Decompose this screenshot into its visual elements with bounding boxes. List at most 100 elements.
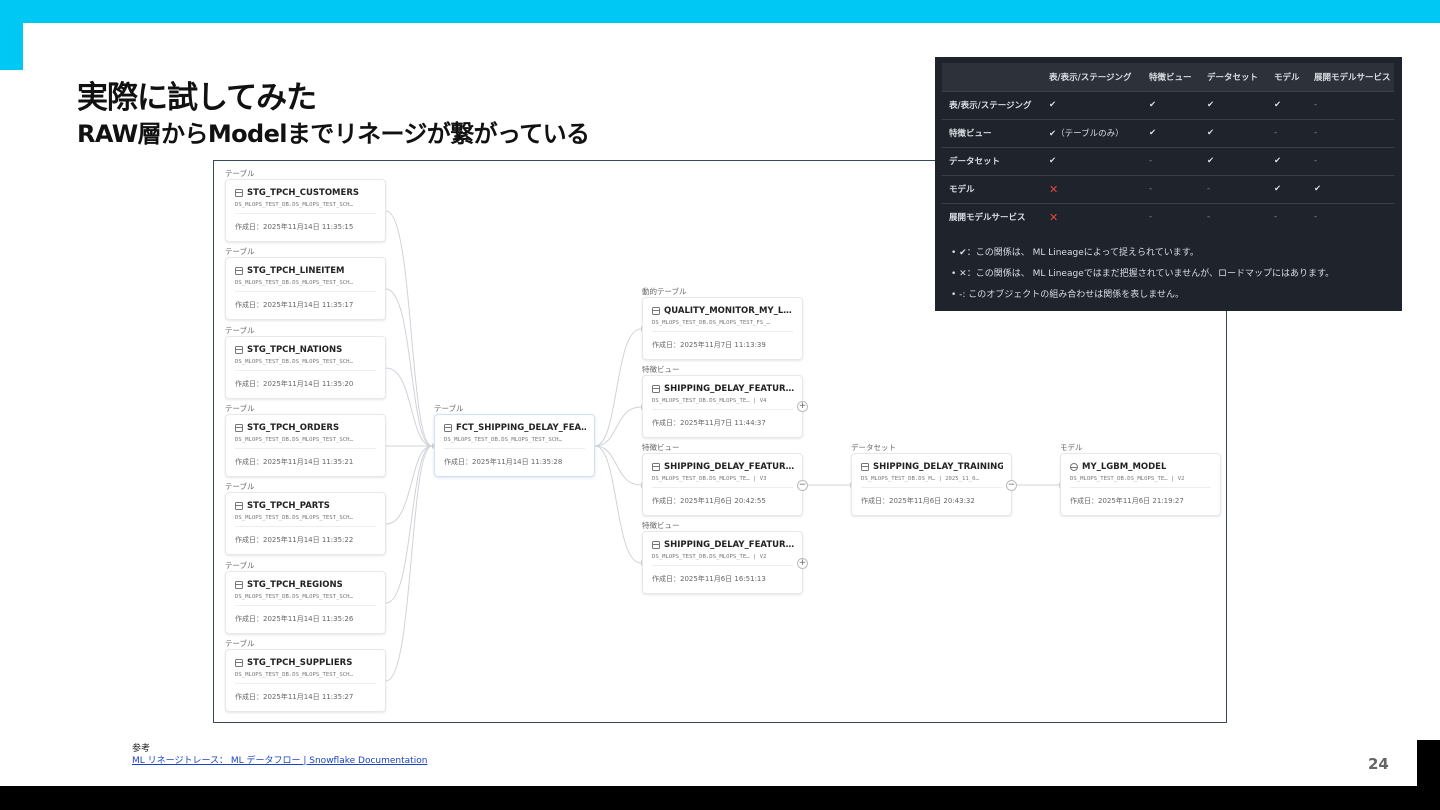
expand-plus-icon[interactable]: + xyxy=(797,401,808,412)
slide-title: 実際に試してみた xyxy=(77,80,317,116)
node-path: DS_MLOPS_TEST_DB.DS_MLOPS_TEST_SCH… xyxy=(235,515,353,521)
node-path: DS_MLOPS_TEST_DB.DS_MLOPS_TEST_SCH… xyxy=(235,202,353,208)
feature-view-node-v4[interactable]: SHIPPING_DELAY_FEATUR… DS_MLOPS_TEST_DB.… xyxy=(642,375,803,438)
expand-plus-icon[interactable]: + xyxy=(797,558,808,569)
reference-link[interactable]: ML リネージトレース： ML データフロー | Snowflake Docum… xyxy=(132,753,427,766)
table-node-orders[interactable]: STG_TPCH_ORDERS DS_MLOPS_TEST_DB.DS_MLOP… xyxy=(225,414,386,477)
slide-subtitle: RAW層からModelまでリネージが繋がっている xyxy=(77,120,590,148)
cross-icon: ✕ xyxy=(1049,182,1059,196)
group-label: 特徴ビュー xyxy=(642,365,680,374)
table-icon xyxy=(235,659,243,667)
node-date: 作成日：2025年11月14日 11:35:20 xyxy=(235,380,354,388)
column-header: モデル xyxy=(1267,63,1307,91)
column-header: 表/表示/ステージング xyxy=(1042,63,1142,91)
cross-icon: ✕ xyxy=(1049,210,1059,224)
dash-cell: - xyxy=(1307,118,1394,147)
dash-cell: - xyxy=(1142,146,1200,175)
row-header: モデル xyxy=(942,174,1042,203)
group-label: 特徴ビュー xyxy=(642,443,680,452)
dataset-icon xyxy=(861,463,869,471)
node-path: DS_MLOPS_TEST_DB.DS_MLOPS_TEST_SCH… xyxy=(235,672,353,678)
node-date: 作成日：2025年11月14日 11:35:27 xyxy=(235,693,354,701)
group-label: テーブル xyxy=(225,639,255,648)
collapse-minus-icon[interactable]: − xyxy=(1006,480,1017,491)
node-title: STG_TPCH_NATIONS xyxy=(247,345,343,355)
relationship-legend: 表/表示/ステージング 特徴ビュー データセット モデル 展開モデルサービス 表… xyxy=(935,57,1402,311)
check-cell: ✔ xyxy=(1142,118,1200,147)
group-label: テーブル xyxy=(225,482,255,491)
node-date: 作成日：2025年11月14日 11:35:15 xyxy=(235,223,354,231)
dynamic-table-node[interactable]: QUALITY_MONITOR_MY_L… DS_MLOPS_TEST_DB.D… xyxy=(642,297,803,360)
dash-cell: - xyxy=(1142,202,1200,231)
table-node-suppliers[interactable]: STG_TPCH_SUPPLIERS DS_MLOPS_TEST_DB.DS_M… xyxy=(225,649,386,712)
node-date: 作成日：2025年11月7日 11:13:39 xyxy=(652,341,766,349)
node-title: STG_TPCH_PARTS xyxy=(247,501,330,511)
dash-cell: - xyxy=(1307,146,1394,175)
node-date: 作成日：2025年11月14日 11:35:26 xyxy=(235,615,354,623)
row-header: 表/表示/ステージング xyxy=(942,90,1042,119)
node-date: 作成日：2025年11月6日 20:42:55 xyxy=(652,497,766,505)
group-label: テーブル xyxy=(225,169,255,178)
row-header: データセット xyxy=(942,146,1042,175)
relationship-table: 表/表示/ステージング 特徴ビュー データセット モデル 展開モデルサービス 表… xyxy=(942,63,1394,231)
node-date: 作成日：2025年11月6日 21:19:27 xyxy=(1070,497,1184,505)
group-label: テーブル xyxy=(434,404,464,413)
group-label: テーブル xyxy=(225,326,255,335)
table-node-nations[interactable]: STG_TPCH_NATIONS DS_MLOPS_TEST_DB.DS_MLO… xyxy=(225,336,386,399)
node-date: 作成日：2025年11月14日 11:35:17 xyxy=(235,301,354,309)
group-label: テーブル xyxy=(225,247,255,256)
top-accent-bar xyxy=(0,0,1440,23)
check-cell: ✔ xyxy=(1200,118,1267,147)
table-node-customers[interactable]: STG_TPCH_CUSTOMERS DS_MLOPS_TEST_DB.DS_M… xyxy=(225,179,386,242)
bottom-right-block xyxy=(1417,740,1440,786)
dash-cell: - xyxy=(1267,118,1307,147)
node-date: 作成日：2025年11月14日 11:35:28 xyxy=(444,458,563,466)
node-path: DS_MLOPS_TEST_DB.DS_MLOPS_TEST_SCH… xyxy=(444,437,562,443)
node-path: DS_MLOPS_TEST_DB.DS_MLOPS_TE… | V4 xyxy=(652,398,767,404)
dataset-node[interactable]: SHIPPING_DELAY_TRAINING_D… DS_MLOPS_TEST… xyxy=(851,453,1012,516)
group-label: モデル xyxy=(1060,443,1083,452)
check-cell: ✔ xyxy=(1042,146,1142,175)
node-date: 作成日：2025年11月14日 11:35:22 xyxy=(235,536,354,544)
dash-cell: - xyxy=(1267,202,1307,231)
table-icon xyxy=(235,267,243,275)
model-node[interactable]: MY_LGBM_MODEL DS_MLOPS_TEST_DB.DS_MLOPS_… xyxy=(1060,453,1221,516)
cross-cell: ✕ xyxy=(1042,174,1142,203)
table-node-parts[interactable]: STG_TPCH_PARTS DS_MLOPS_TEST_DB.DS_MLOPS… xyxy=(225,492,386,555)
node-title: STG_TPCH_CUSTOMERS xyxy=(247,188,359,198)
node-path: DS_MLOPS_TEST_DB.DS_MLOPS_TEST_SCH… xyxy=(235,437,353,443)
dash-cell: - xyxy=(1307,202,1394,231)
dash-cell: - xyxy=(1200,202,1267,231)
table-icon xyxy=(235,581,243,589)
dash-cell: - xyxy=(1200,174,1267,203)
check-cell: ✔ xyxy=(1267,146,1307,175)
group-label: 特徴ビュー xyxy=(642,521,680,530)
feature-view-node-v2[interactable]: SHIPPING_DELAY_FEATUR… DS_MLOPS_TEST_DB.… xyxy=(642,531,803,594)
legend-note-cross: • ✕：この関係は、 ML Lineageではまだ把握されていませんが、ロードマ… xyxy=(951,269,1335,279)
table-node-regions[interactable]: STG_TPCH_REGIONS DS_MLOPS_TEST_DB.DS_MLO… xyxy=(225,571,386,634)
column-header: 特徴ビュー xyxy=(1142,63,1200,91)
node-path: DS_MLOPS_TEST_DB.DS_MLOPS_TE… | V2 xyxy=(652,554,767,560)
check-cell: ✔ xyxy=(1142,90,1200,119)
node-title: SHIPPING_DELAY_FEATUR… xyxy=(664,384,794,394)
cross-cell: ✕ xyxy=(1042,202,1142,231)
table-icon xyxy=(235,424,243,432)
legend-note-check: • ✔：この関係は、 ML Lineageによって捉えられています。 xyxy=(951,248,1199,258)
node-title: FCT_SHIPPING_DELAY_FEA… xyxy=(456,423,586,433)
row-header: 展開モデルサービス xyxy=(942,202,1042,231)
model-icon xyxy=(1070,463,1078,471)
feature-view-icon xyxy=(652,541,660,549)
fact-table-node[interactable]: FCT_SHIPPING_DELAY_FEA… DS_MLOPS_TEST_DB… xyxy=(434,414,595,477)
check-cell: ✔ xyxy=(1200,146,1267,175)
check-cell: ✔ xyxy=(1267,174,1307,203)
check-cell: ✔ xyxy=(1200,90,1267,119)
node-title: SHIPPING_DELAY_FEATUR… xyxy=(664,540,794,550)
node-path: DS_MLOPS_TEST_DB.DS_M… | 2025_11_0… xyxy=(861,476,979,482)
table-node-lineitem[interactable]: STG_TPCH_LINEITEM DS_MLOPS_TEST_DB.DS_ML… xyxy=(225,257,386,320)
check-cell: ✔ xyxy=(1267,90,1307,119)
collapse-minus-icon[interactable]: − xyxy=(797,480,808,491)
feature-view-node-v3[interactable]: SHIPPING_DELAY_FEATUR… DS_MLOPS_TEST_DB.… xyxy=(642,453,803,516)
row-header: 特徴ビュー xyxy=(942,118,1042,147)
node-date: 作成日：2025年11月6日 20:43:32 xyxy=(861,497,975,505)
node-path: DS_MLOPS_TEST_DB.DS_MLOPS_TEST_FS_… xyxy=(652,320,770,326)
